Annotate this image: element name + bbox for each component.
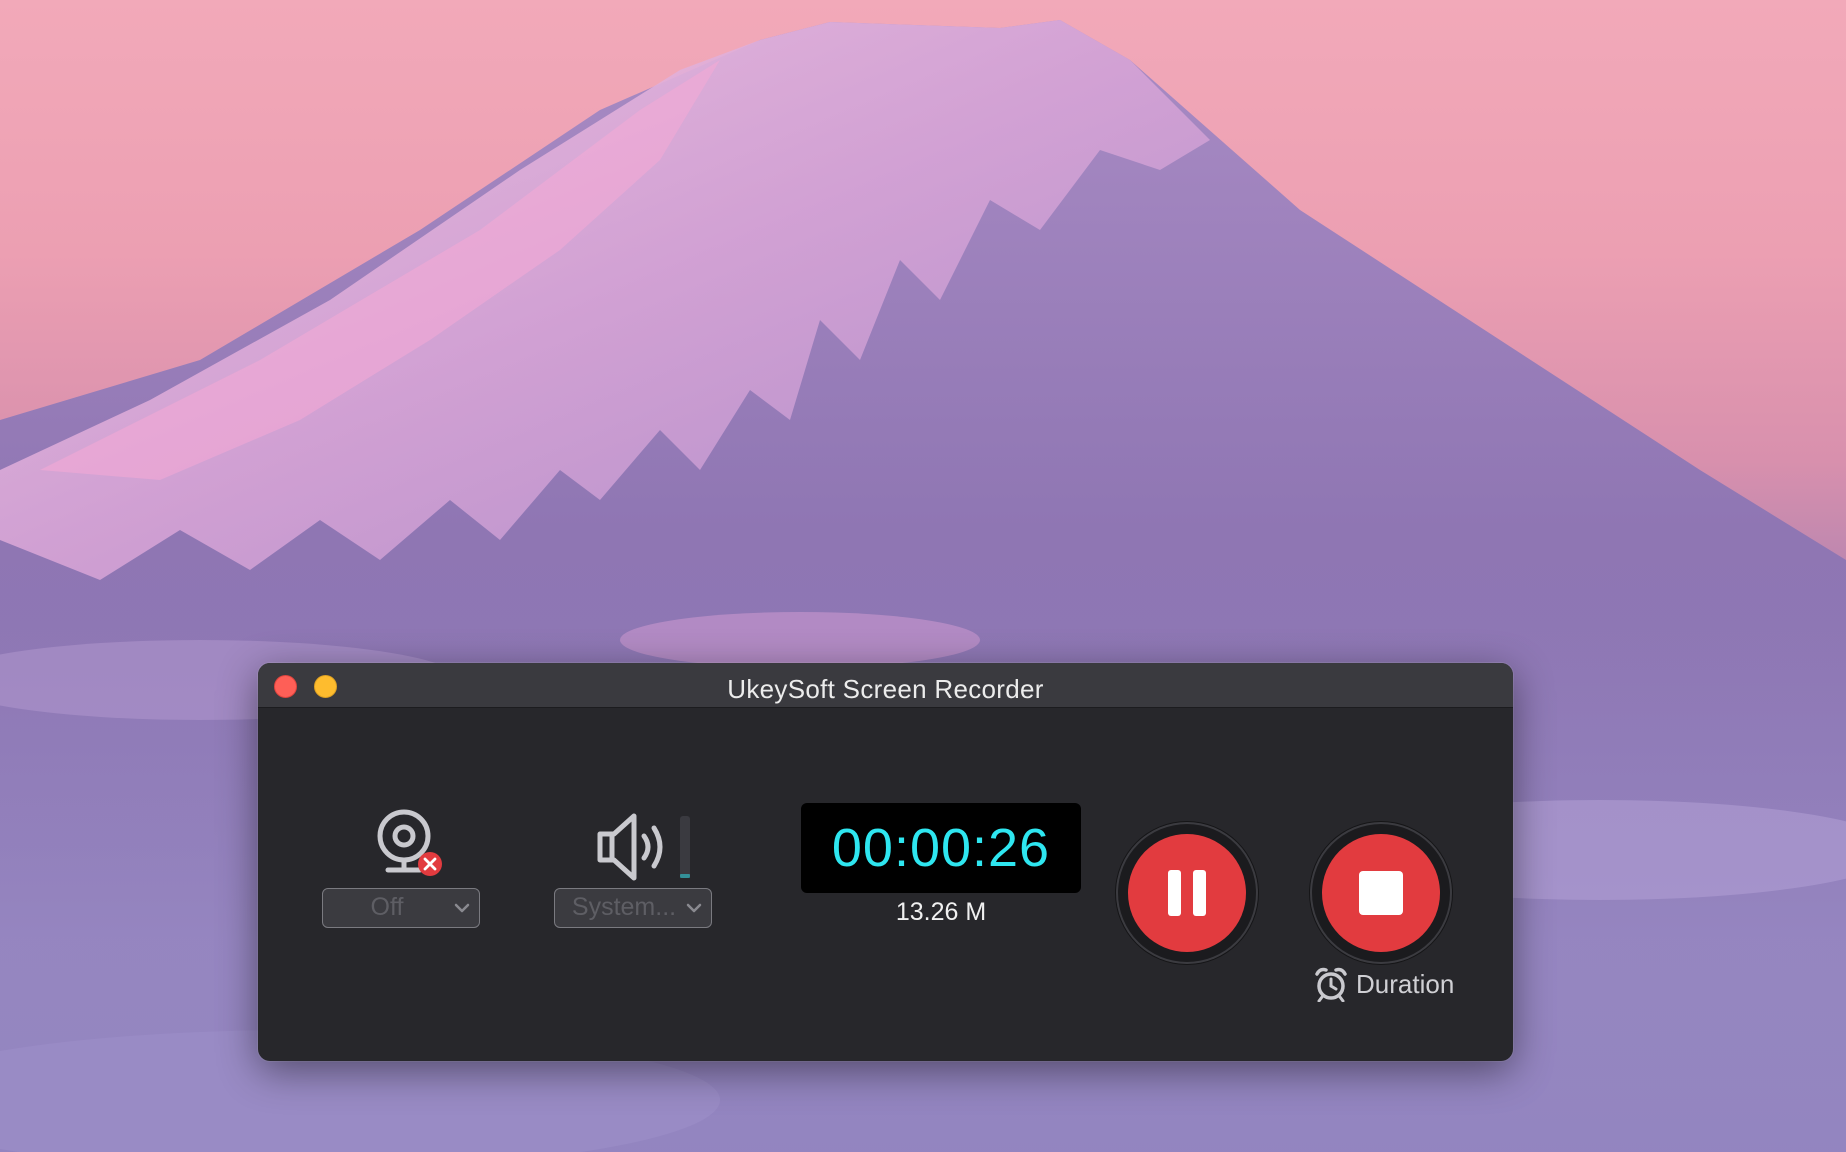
speaker-icon[interactable] — [596, 808, 696, 888]
title-bar[interactable]: UkeySoft Screen Recorder — [258, 663, 1513, 708]
webcam-select[interactable]: Off — [322, 888, 480, 928]
webcam-select-value: Off — [370, 893, 404, 921]
stop-icon — [1322, 834, 1440, 952]
elapsed-timer: 00:00:26 — [801, 803, 1081, 893]
pause-button[interactable] — [1116, 822, 1258, 964]
pause-bar-left — [1168, 870, 1181, 916]
webcam-off-icon[interactable] — [370, 806, 450, 886]
file-size-label: 13.26 M — [895, 898, 987, 926]
duration-button[interactable]: Duration — [1314, 964, 1454, 1004]
chevron-down-icon — [454, 903, 470, 913]
stop-button[interactable] — [1310, 822, 1452, 964]
recorder-panel: Off System... 00:00:26 13.26 M Duration — [258, 708, 1513, 1061]
window-title: UkeySoft Screen Recorder — [727, 674, 1044, 704]
audio-source-select-value: System... — [571, 893, 677, 921]
recorder-window: UkeySoft Screen Recorder Off System... 0… — [258, 663, 1513, 1061]
audio-source-select[interactable]: System... — [554, 888, 712, 928]
duration-label: Duration — [1356, 968, 1455, 999]
pause-icon — [1128, 834, 1246, 952]
chevron-down-icon — [686, 903, 702, 913]
pause-bar-right — [1193, 870, 1206, 916]
alarm-clock-icon — [1315, 967, 1347, 1002]
stop-square — [1359, 871, 1403, 915]
desktop: UkeySoft Screen Recorder Off System... 0… — [0, 0, 1846, 1152]
